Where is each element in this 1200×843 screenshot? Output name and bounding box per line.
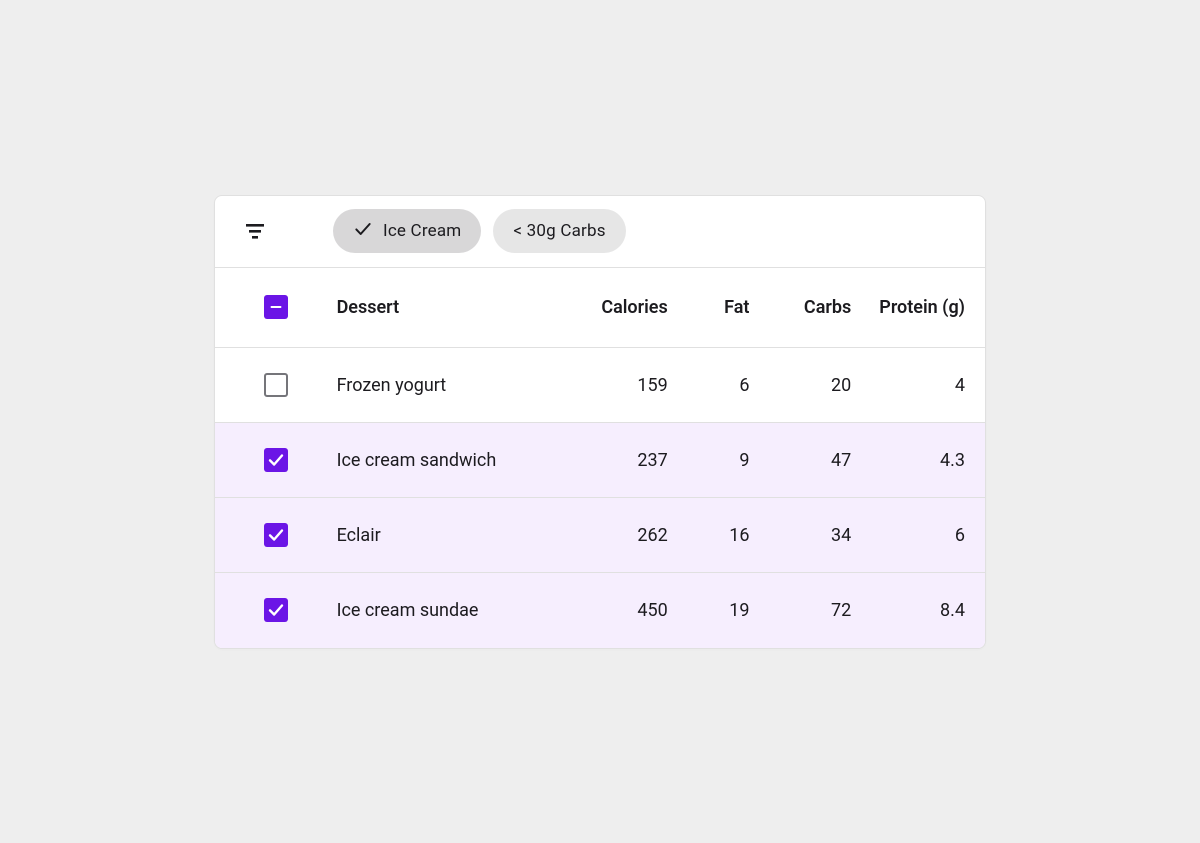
cell-fat: 16 <box>668 498 750 573</box>
column-header-protein[interactable]: Protein (g) <box>851 268 985 348</box>
cell-fat: 9 <box>668 423 750 498</box>
cell-protein: 4.3 <box>851 423 985 498</box>
cell-calories: 237 <box>556 423 668 498</box>
dessert-table: Dessert Calories Fat Carbs Protein (g) F… <box>215 268 985 648</box>
column-header-fat[interactable]: Fat <box>668 268 750 348</box>
table-header-row: Dessert Calories Fat Carbs Protein (g) <box>215 268 985 348</box>
select-all-checkbox[interactable] <box>264 295 288 319</box>
filter-chip-low-carbs[interactable]: < 30g Carbs <box>493 209 625 253</box>
row-checkbox[interactable] <box>264 598 288 622</box>
cell-protein: 8.4 <box>851 573 985 648</box>
cell-fat: 19 <box>668 573 750 648</box>
cell-carbs: 34 <box>749 498 851 573</box>
row-checkbox[interactable] <box>264 523 288 547</box>
filter-icon[interactable] <box>243 219 267 243</box>
cell-dessert: Ice cream sandwich <box>337 423 556 498</box>
row-checkbox[interactable] <box>264 373 288 397</box>
cell-dessert: Eclair <box>337 498 556 573</box>
check-icon <box>353 219 373 244</box>
cell-calories: 450 <box>556 573 668 648</box>
cell-carbs: 47 <box>749 423 851 498</box>
chip-label: Ice Cream <box>383 221 461 241</box>
table-row[interactable]: Ice cream sandwich 237 9 47 4.3 <box>215 423 985 498</box>
cell-calories: 262 <box>556 498 668 573</box>
table-toolbar: Ice Cream < 30g Carbs <box>215 196 985 268</box>
cell-dessert: Ice cream sundae <box>337 573 556 648</box>
column-header-calories[interactable]: Calories <box>556 268 668 348</box>
filter-chip-ice-cream[interactable]: Ice Cream <box>333 209 481 253</box>
table-row[interactable]: Frozen yogurt 159 6 20 4 <box>215 348 985 423</box>
data-table-card: Ice Cream < 30g Carbs <box>214 195 986 649</box>
cell-protein: 4 <box>851 348 985 423</box>
table-row[interactable]: Ice cream sundae 450 19 72 8.4 <box>215 573 985 648</box>
cell-fat: 6 <box>668 348 750 423</box>
cell-protein: 6 <box>851 498 985 573</box>
cell-carbs: 72 <box>749 573 851 648</box>
row-checkbox[interactable] <box>264 448 288 472</box>
cell-calories: 159 <box>556 348 668 423</box>
chip-label: < 30g Carbs <box>513 221 605 241</box>
table-row[interactable]: Eclair 262 16 34 6 <box>215 498 985 573</box>
cell-carbs: 20 <box>749 348 851 423</box>
column-header-dessert[interactable]: Dessert <box>337 268 556 348</box>
cell-dessert: Frozen yogurt <box>337 348 556 423</box>
column-header-carbs[interactable]: Carbs <box>749 268 851 348</box>
filter-chips: Ice Cream < 30g Carbs <box>333 209 626 253</box>
